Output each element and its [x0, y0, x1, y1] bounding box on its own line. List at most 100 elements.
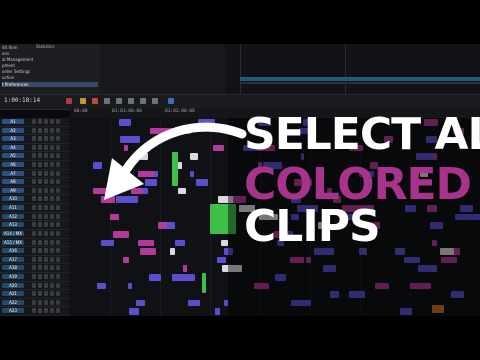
- track-label[interactable]: A22: [2, 299, 24, 305]
- track-header-row[interactable]: A17: [0, 256, 70, 265]
- track-header-row[interactable]: A3: [0, 135, 70, 144]
- timeline-clip[interactable]: [182, 265, 187, 272]
- track-toggle-button[interactable]: [32, 179, 36, 185]
- track-toggle-button[interactable]: [38, 239, 42, 245]
- track-toggle-button[interactable]: [56, 136, 60, 142]
- track-label[interactable]: A6: [2, 162, 24, 168]
- track-toggle-button[interactable]: [50, 308, 54, 314]
- track-toggle-button[interactable]: [56, 170, 60, 176]
- track-toggle-button[interactable]: [32, 205, 36, 211]
- menu-item[interactable]: al Management: [2, 57, 33, 62]
- track-toggle-button[interactable]: [50, 248, 54, 254]
- track-toggle-button[interactable]: [50, 213, 54, 219]
- track-toggle-button[interactable]: [44, 282, 48, 288]
- timeline-clip[interactable]: [157, 222, 167, 229]
- track-toggle-button[interactable]: [56, 222, 60, 228]
- menu-item[interactable]: pment: [2, 63, 15, 68]
- track-header-row[interactable]: A12: [0, 213, 70, 222]
- track-toggle-button[interactable]: [32, 256, 36, 262]
- track-toggle-button[interactable]: [56, 299, 60, 305]
- timeline-clip[interactable]: [127, 282, 133, 290]
- track-toggle-button[interactable]: [44, 136, 48, 142]
- track-toggle-button[interactable]: [38, 299, 42, 305]
- track-toggle-button[interactable]: [56, 273, 60, 279]
- track-toggle-button[interactable]: [38, 127, 42, 133]
- splice-tool-icon[interactable]: [152, 98, 158, 104]
- track-label[interactable]: A3: [2, 136, 24, 142]
- track-label[interactable]: A17: [2, 256, 24, 262]
- track-toggle-button[interactable]: [32, 299, 36, 305]
- track-label[interactable]: A10: [2, 196, 24, 202]
- track-toggle-button[interactable]: [56, 282, 60, 288]
- track-label[interactable]: A5: [2, 153, 24, 159]
- track-toggle-button[interactable]: [32, 196, 36, 202]
- track-header-row[interactable]: A6: [0, 161, 70, 170]
- track-toggle-button[interactable]: [56, 239, 60, 245]
- track-toggle-button[interactable]: [38, 187, 42, 193]
- track-toggle-button[interactable]: [44, 196, 48, 202]
- track-toggle-button[interactable]: [38, 196, 42, 202]
- menu-item-selected[interactable]: t Preferences: [2, 82, 98, 87]
- timeline-clip[interactable]: [97, 282, 106, 290]
- track-toggle-button[interactable]: [50, 144, 54, 150]
- track-toggle-button[interactable]: [38, 282, 42, 288]
- segment-tool-icon[interactable]: [80, 98, 86, 104]
- track-header-row[interactable]: A21: [0, 290, 70, 299]
- track-toggle-button[interactable]: [50, 273, 54, 279]
- track-label[interactable]: A19: [2, 273, 24, 279]
- track-toggle-button[interactable]: [56, 162, 60, 168]
- track-toggle-button[interactable]: [32, 239, 36, 245]
- menu-item[interactable]: ons: [2, 51, 9, 56]
- track-toggle-button[interactable]: [44, 291, 48, 297]
- track-toggle-button[interactable]: [50, 230, 54, 236]
- track-toggle-button[interactable]: [32, 144, 36, 150]
- lift-tool-icon[interactable]: [92, 98, 98, 104]
- track-toggle-button[interactable]: [50, 196, 54, 202]
- track-toggle-button[interactable]: [38, 213, 42, 219]
- track-toggle-button[interactable]: [38, 205, 42, 211]
- track-toggle-button[interactable]: [44, 144, 48, 150]
- track-toggle-button[interactable]: [32, 230, 36, 236]
- track-toggle-button[interactable]: [38, 265, 42, 271]
- track-toggle-button[interactable]: [56, 265, 60, 271]
- track-label[interactable]: A15 / MX: [2, 239, 24, 245]
- track-label[interactable]: A4: [2, 144, 24, 150]
- track-toggle-button[interactable]: [32, 213, 36, 219]
- track-toggle-button[interactable]: [38, 308, 42, 314]
- track-toggle-button[interactable]: [32, 282, 36, 288]
- track-toggle-button[interactable]: [56, 153, 60, 159]
- track-header-row[interactable]: A1: [0, 118, 70, 127]
- track-label[interactable]: A21: [2, 291, 24, 297]
- track-toggle-button[interactable]: [44, 308, 48, 314]
- track-label[interactable]: A18: [2, 265, 24, 271]
- track-header-row[interactable]: A23: [0, 307, 70, 316]
- track-toggle-button[interactable]: [44, 265, 48, 271]
- track-toggle-button[interactable]: [44, 248, 48, 254]
- timeline-clip[interactable]: [101, 239, 114, 247]
- track-toggle-button[interactable]: [50, 205, 54, 211]
- track-header-row[interactable]: A18: [0, 264, 70, 273]
- track-toggle-button[interactable]: [50, 256, 54, 262]
- track-toggle-button[interactable]: [38, 170, 42, 176]
- track-toggle-button[interactable]: [32, 222, 36, 228]
- timeline-clip[interactable]: [169, 248, 176, 255]
- track-toggle-button[interactable]: [38, 273, 42, 279]
- track-toggle-button[interactable]: [50, 127, 54, 133]
- track-header-row[interactable]: A5: [0, 152, 70, 162]
- track-label[interactable]: A14 / MX: [2, 230, 24, 236]
- track-header-row[interactable]: A13: [0, 221, 70, 230]
- track-toggle-button[interactable]: [56, 179, 60, 185]
- track-toggle-button[interactable]: [32, 291, 36, 297]
- track-toggle-button[interactable]: [38, 162, 42, 168]
- track-label[interactable]: A8: [2, 179, 24, 185]
- track-toggle-button[interactable]: [44, 273, 48, 279]
- track-toggle-button[interactable]: [44, 127, 48, 133]
- track-toggle-button[interactable]: [38, 291, 42, 297]
- timeline-clip[interactable]: [216, 256, 226, 264]
- track-toggle-button[interactable]: [32, 273, 36, 279]
- menu-item[interactable]: dit Item: [2, 45, 18, 50]
- track-toggle-button[interactable]: [50, 265, 54, 271]
- track-toggle-button[interactable]: [38, 256, 42, 262]
- track-header-row[interactable]: A4: [0, 144, 70, 153]
- track-toggle-button[interactable]: [50, 179, 54, 185]
